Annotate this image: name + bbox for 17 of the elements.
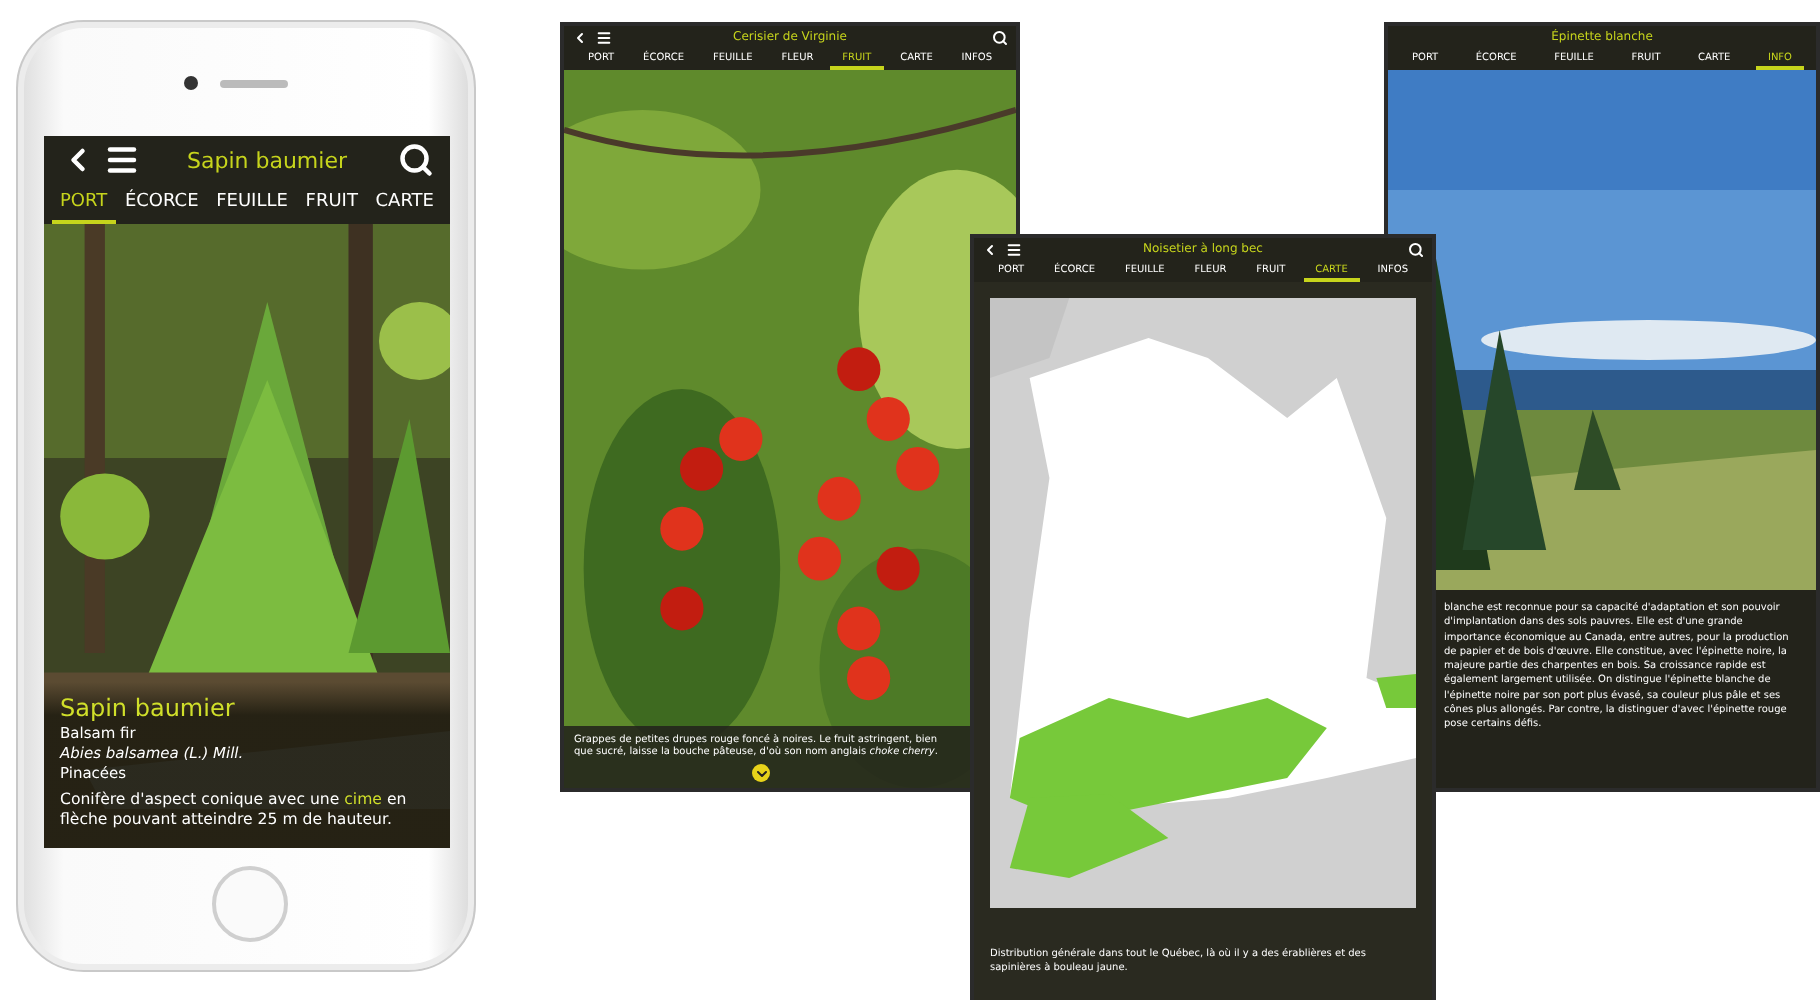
speaker-grille	[220, 80, 288, 88]
back-icon[interactable]	[982, 241, 998, 257]
search-icon[interactable]	[1408, 241, 1424, 257]
tab[interactable]: FRUIT	[297, 184, 366, 224]
tab[interactable]: ÉCORCE	[116, 184, 207, 224]
back-icon[interactable]	[572, 29, 588, 45]
camera-lens	[184, 76, 198, 90]
expand-icon[interactable]	[752, 764, 770, 782]
search-icon[interactable]	[991, 29, 1008, 45]
menu-icon[interactable]	[596, 29, 612, 45]
tab[interactable]: CARTE	[367, 184, 442, 224]
tab[interactable]: FEUILLE	[208, 184, 296, 224]
search-icon[interactable]	[398, 142, 434, 178]
species-name: Sapin baumier	[60, 693, 235, 722]
menu-icon[interactable]	[1006, 241, 1022, 257]
screen-title: Sapin baumier	[187, 147, 347, 173]
menu-icon[interactable]	[104, 142, 140, 178]
